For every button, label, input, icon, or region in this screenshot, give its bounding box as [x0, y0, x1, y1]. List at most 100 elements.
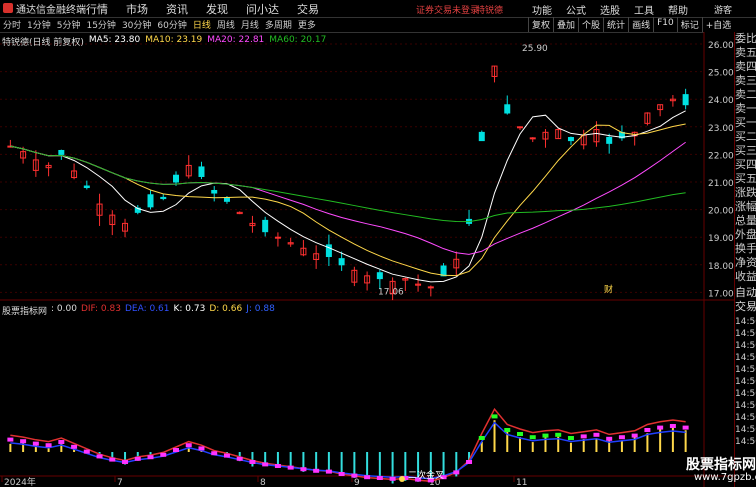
candle-body — [478, 131, 485, 142]
side-tab-6[interactable]: 买一 — [735, 116, 756, 130]
period-daily[interactable]: 日线 — [190, 18, 214, 31]
menu-item-news[interactable]: 资讯 — [166, 1, 188, 17]
trade-time: 14:50 — [735, 413, 756, 423]
login-notice[interactable]: 证券交易未登录 — [416, 3, 479, 16]
menu-pick[interactable]: 选股 — [600, 2, 620, 17]
menu-function[interactable]: 功能 — [532, 2, 552, 17]
side-tab-16[interactable]: 净资 — [735, 256, 756, 270]
date-tick: 8 — [260, 478, 266, 487]
signal-block — [631, 433, 638, 438]
btn-add-watch[interactable]: +自选 — [701, 17, 735, 32]
candle-body — [58, 149, 65, 155]
price-tick: 23.00 — [708, 124, 734, 134]
signal-block — [300, 467, 307, 472]
signal-block — [32, 441, 39, 446]
signal-block — [453, 470, 460, 475]
guest-label[interactable]: 游客 — [714, 3, 732, 16]
signal-block — [83, 449, 90, 454]
signal-block — [618, 435, 625, 440]
menu-formula[interactable]: 公式 — [566, 2, 586, 17]
period-60m[interactable]: 60分钟 — [154, 18, 189, 31]
kline-chart[interactable]: 26.00 25.00 24.00 23.00 22.00 21.00 20.00 19.00… — [0, 32, 734, 487]
btn-draw[interactable]: 画线 — [628, 17, 653, 32]
menu-item-quotes[interactable]: 行情 — [86, 1, 108, 17]
signal-block — [657, 425, 664, 430]
trade-time: 14:50 — [735, 317, 756, 327]
side-tab-7[interactable]: 买二 — [735, 130, 756, 144]
ma10-line — [10, 123, 686, 277]
side-lower-0[interactable]: 自动 — [735, 286, 756, 300]
trade-time: 14:50 — [735, 389, 756, 399]
signal-block — [287, 465, 294, 470]
signal-block — [185, 443, 192, 448]
period-multi[interactable]: 多周期 — [262, 18, 295, 31]
price-tick: 17.00 — [708, 289, 734, 299]
side-tab-4[interactable]: 卖二 — [735, 88, 756, 102]
menu-item-market[interactable]: 市场 — [126, 1, 148, 17]
date-tick: 11 — [516, 478, 527, 487]
trade-time: 14:50 — [735, 353, 756, 363]
period-1m[interactable]: 1分钟 — [24, 18, 54, 31]
signal-block — [504, 428, 511, 432]
btn-overlay[interactable]: 叠加 — [553, 17, 578, 32]
side-tab-1[interactable]: 卖五 — [735, 46, 756, 60]
side-tab-5[interactable]: 卖一 — [735, 102, 756, 116]
candle-body — [211, 189, 218, 194]
signal-block — [262, 462, 269, 467]
signal-block — [198, 446, 205, 451]
btn-stats[interactable]: 统计 — [603, 17, 628, 32]
dea-label: DEA: 0.61 — [124, 304, 170, 314]
period-1min-ticks[interactable]: 分时 — [0, 18, 24, 31]
side-tab-17[interactable]: 收益 — [735, 270, 756, 284]
side-tab-14[interactable]: 外盘 — [735, 228, 756, 242]
side-tab-3[interactable]: 卖三 — [735, 74, 756, 88]
period-more[interactable]: 更多 — [295, 18, 319, 31]
side-tab-15[interactable]: 换手 — [735, 242, 756, 256]
indicator-value: : 0.00 — [51, 304, 77, 314]
btn-mark[interactable]: 标记 — [676, 17, 702, 32]
price-tick: 22.00 — [708, 151, 734, 161]
btn-fuquan[interactable]: 复权 — [528, 17, 553, 32]
signal-block — [682, 425, 689, 430]
side-tab-8[interactable]: 买三 — [735, 144, 756, 158]
high-label: 25.90 — [522, 44, 548, 54]
period-15m[interactable]: 15分钟 — [83, 18, 118, 31]
period-monthly[interactable]: 月线 — [238, 18, 262, 31]
btn-stock[interactable]: 个股 — [578, 17, 603, 32]
trade-time: 14:50 — [735, 425, 756, 435]
price-tick: 25.00 — [708, 69, 734, 79]
side-tab-0[interactable]: 委比 — [735, 32, 756, 46]
trade-time: 14:50 — [735, 329, 756, 339]
price-tick: 21.00 — [708, 179, 734, 189]
menu-help[interactable]: 帮助 — [668, 2, 688, 17]
menu-item-ask[interactable]: 问小达 — [246, 1, 279, 17]
candle-body — [529, 137, 536, 140]
signal-block — [389, 476, 396, 481]
menu-item-discover[interactable]: 发现 — [206, 1, 228, 17]
menu-tools[interactable]: 工具 — [634, 2, 654, 17]
side-tab-13[interactable]: 总量 — [735, 214, 756, 228]
signal-block — [580, 434, 587, 439]
signal-block — [45, 443, 52, 448]
menu-item-trade[interactable]: 交易 — [297, 1, 319, 17]
period-weekly[interactable]: 周线 — [214, 18, 238, 31]
side-tab-9[interactable]: 买四 — [735, 158, 756, 172]
btn-f10[interactable]: F10 — [653, 17, 677, 32]
ma60-line — [10, 145, 686, 223]
signal-block — [109, 457, 116, 462]
side-tab-12[interactable]: 涨幅 — [735, 200, 756, 214]
side-tab-11[interactable]: 涨跌 — [735, 186, 756, 200]
signal-block — [160, 452, 167, 457]
indicator-legend: 股票指标网 : 0.00 DIF: 0.83 DEA: 0.61 K: 0.73… — [2, 304, 275, 317]
side-tab-2[interactable]: 卖四 — [735, 60, 756, 74]
candle-body — [147, 194, 154, 208]
signal-block — [529, 435, 536, 440]
side-panel: 委比 卖五 卖四 卖三 卖二 卖一 买一 买二 买三 买四 买五 涨跌 涨幅 总量 外盘 换手 净资 收益 自动交… — [734, 32, 756, 487]
period-30m[interactable]: 30分钟 — [119, 18, 154, 31]
signal-block — [236, 456, 243, 461]
side-tab-10[interactable]: 买五 — [735, 172, 756, 186]
trade-time: 14:50 — [735, 341, 756, 351]
trade-time: 14:50 — [735, 401, 756, 411]
side-lower-1[interactable]: 交易 — [735, 300, 756, 314]
period-5m[interactable]: 5分钟 — [54, 18, 84, 31]
